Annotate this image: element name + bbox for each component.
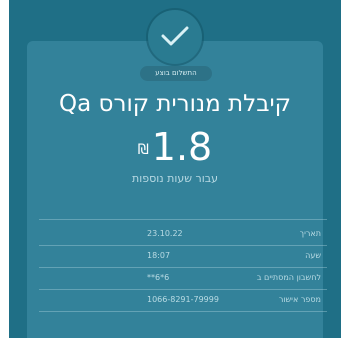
detail-value: **6*6: [147, 273, 170, 282]
payment-subtitle: עבור שעות נוספות: [132, 172, 218, 185]
amount-value: 1.8: [151, 125, 213, 169]
status-badge: התשלום בוצע: [140, 66, 212, 81]
detail-label: תאריך: [299, 229, 321, 238]
success-check-circle: [148, 10, 202, 64]
payment-success-screen: התשלום בוצע קיבלת מנורית קורס Qa ₪1.8 עב…: [9, 0, 341, 338]
row-divider: [39, 267, 327, 268]
detail-row-time: שעה 18:07: [39, 247, 327, 265]
checkmark-icon: [161, 26, 189, 46]
detail-value: 23.10.22: [147, 229, 183, 238]
detail-label: לחשבון המסתיים ב: [256, 273, 321, 282]
detail-value: 1066-8291-79999: [147, 295, 219, 304]
detail-row-confirmation: מספר אישור 1066-8291-79999: [39, 291, 327, 309]
currency-symbol: ₪: [137, 142, 149, 158]
row-divider: [39, 289, 327, 290]
detail-label: שעה: [305, 251, 321, 260]
details-divider: [39, 219, 327, 220]
detail-label: מספר אישור: [278, 295, 321, 304]
detail-row-date: תאריך 23.10.22: [39, 225, 327, 243]
detail-value: 18:07: [147, 251, 171, 260]
row-divider: [39, 245, 327, 246]
row-divider: [39, 311, 327, 312]
amount-row: ₪1.8: [9, 126, 341, 168]
payment-title: קיבלת מנורית קורס Qa: [59, 91, 291, 117]
detail-row-account: לחשבון המסתיים ב **6*6: [39, 269, 327, 287]
